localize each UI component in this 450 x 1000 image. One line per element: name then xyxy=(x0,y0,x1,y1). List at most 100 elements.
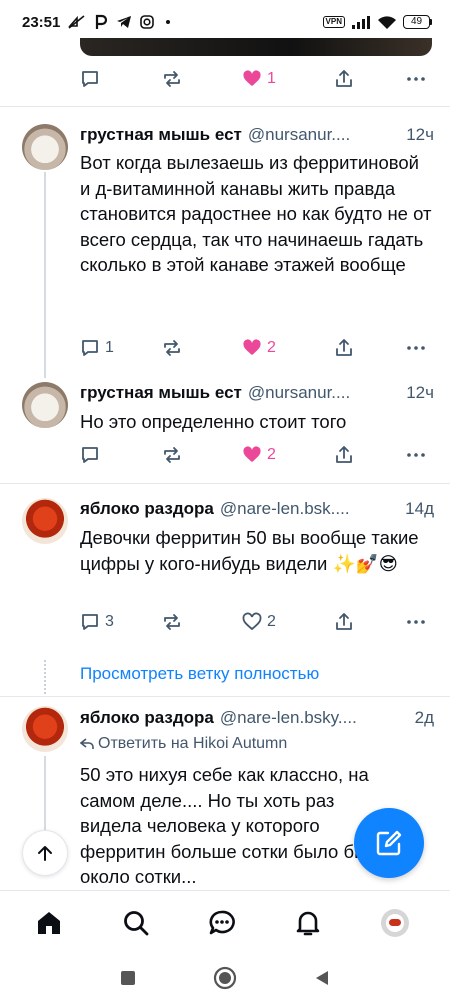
heart-icon xyxy=(243,70,261,86)
repost-button[interactable] xyxy=(162,338,182,358)
bottom-nav xyxy=(0,890,450,956)
reply-arrow-icon xyxy=(80,738,94,749)
divider xyxy=(0,483,450,484)
like-button[interactable]: 1 xyxy=(242,69,276,89)
post-media-image[interactable] xyxy=(80,38,432,56)
nav-chat[interactable] xyxy=(206,907,238,939)
bell-icon xyxy=(296,911,320,936)
scroll-to-top-button[interactable] xyxy=(22,830,68,876)
repost-button[interactable] xyxy=(162,612,182,632)
vpn-badge: VPN xyxy=(322,16,345,28)
share-button[interactable] xyxy=(334,338,354,358)
avatar[interactable] xyxy=(22,124,68,170)
post-time: 14д xyxy=(405,499,434,518)
heart-icon xyxy=(243,446,261,462)
back-icon xyxy=(316,971,328,985)
thread-line xyxy=(44,172,46,378)
chat-icon xyxy=(209,910,235,935)
post-text: 50 это нихуя себе как классно, на самом … xyxy=(80,764,369,887)
recents-button[interactable] xyxy=(114,964,142,992)
compose-button[interactable] xyxy=(354,808,424,878)
telegram-icon xyxy=(117,16,132,28)
home-circle-icon xyxy=(213,966,237,990)
reply-to-label[interactable]: Ответить на Hikoi Autumn xyxy=(80,735,287,753)
share-icon xyxy=(336,446,352,463)
reply-icon xyxy=(82,614,98,630)
post-text: Но это определенно стоит того xyxy=(80,411,347,432)
author-handle[interactable]: @nursanur.... xyxy=(248,383,350,403)
reply-button[interactable] xyxy=(80,445,100,465)
share-icon xyxy=(336,70,352,87)
system-nav-bar xyxy=(0,956,450,1000)
repost-button[interactable] xyxy=(162,445,182,465)
author-handle[interactable]: @nare-len.bsk.... xyxy=(220,499,350,519)
more-icon xyxy=(407,346,425,350)
reply-count: 3 xyxy=(105,613,114,630)
reply-to-text: Ответить на Hikoi Autumn xyxy=(98,735,288,752)
author-name[interactable]: яблоко раздора xyxy=(80,499,214,519)
post-text: Девочки ферритин 50 вы вообще такие цифр… xyxy=(80,527,419,574)
more-button[interactable] xyxy=(406,69,426,89)
reply-icon xyxy=(82,71,98,87)
status-time: 23:51 xyxy=(22,13,61,31)
author-name[interactable]: грустная мышь ест xyxy=(80,383,242,403)
post-header: яблоко раздора @nare-len.bsky.... 2д xyxy=(80,708,434,728)
nav-search[interactable] xyxy=(120,907,152,939)
share-button[interactable] xyxy=(334,69,354,89)
more-button[interactable] xyxy=(406,612,426,632)
author-name[interactable]: грустная мышь ест xyxy=(80,125,242,145)
avatar[interactable] xyxy=(22,382,68,428)
heart-icon xyxy=(243,339,261,355)
post-header: грустная мышь ест @nursanur.... 12ч xyxy=(80,125,434,145)
reply-icon xyxy=(82,340,98,356)
more-button[interactable] xyxy=(406,338,426,358)
home-icon xyxy=(38,912,60,934)
like-button[interactable]: 2 xyxy=(242,338,276,358)
heart-icon xyxy=(242,612,262,631)
author-name[interactable]: яблоко раздора xyxy=(80,708,214,728)
avatar[interactable] xyxy=(22,498,68,544)
post-time: 2д xyxy=(414,708,434,727)
mute-icon xyxy=(68,15,85,29)
repost-icon xyxy=(164,614,180,630)
avatar[interactable] xyxy=(22,706,68,752)
post-actions: 1 2 xyxy=(80,338,430,362)
more-icon xyxy=(407,620,425,624)
post-time: 12ч xyxy=(406,383,434,402)
author-handle[interactable]: @nursanur.... xyxy=(248,125,350,145)
post-time: 12ч xyxy=(406,125,434,144)
repost-icon xyxy=(164,447,180,463)
nav-notifications[interactable] xyxy=(292,907,324,939)
home-system-button[interactable] xyxy=(211,964,239,992)
thread-dots xyxy=(44,660,46,694)
back-button[interactable] xyxy=(308,964,336,992)
like-button[interactable]: 2 xyxy=(242,612,276,632)
more-icon xyxy=(407,453,425,457)
like-count: 1 xyxy=(267,70,276,87)
share-button[interactable] xyxy=(334,445,354,465)
instagram-icon xyxy=(140,15,155,29)
reply-button[interactable]: 1 xyxy=(80,338,114,358)
recents-icon xyxy=(121,971,135,985)
nav-home[interactable] xyxy=(33,907,65,939)
reply-button[interactable]: 3 xyxy=(80,612,114,632)
share-button[interactable] xyxy=(334,612,354,632)
like-button[interactable]: 2 xyxy=(242,445,276,465)
post-actions: 1 xyxy=(80,69,430,93)
repost-button[interactable] xyxy=(162,69,182,89)
like-count: 2 xyxy=(267,446,276,463)
signal-icon xyxy=(352,16,370,29)
divider xyxy=(0,106,450,107)
post-header: грустная мышь ест @nursanur.... 12ч xyxy=(80,383,434,403)
nav-profile[interactable] xyxy=(379,907,411,939)
repost-icon xyxy=(164,71,180,87)
reply-button[interactable] xyxy=(80,69,100,89)
view-full-thread-link[interactable]: Просмотреть ветку полностью xyxy=(80,664,319,684)
app-p-icon xyxy=(96,14,108,29)
battery-level: 49 xyxy=(403,15,430,29)
wifi-icon xyxy=(378,15,396,29)
post-actions: 3 2 xyxy=(80,612,430,636)
share-icon xyxy=(336,613,352,630)
more-button[interactable] xyxy=(406,445,426,465)
author-handle[interactable]: @nare-len.bsky.... xyxy=(220,708,357,728)
